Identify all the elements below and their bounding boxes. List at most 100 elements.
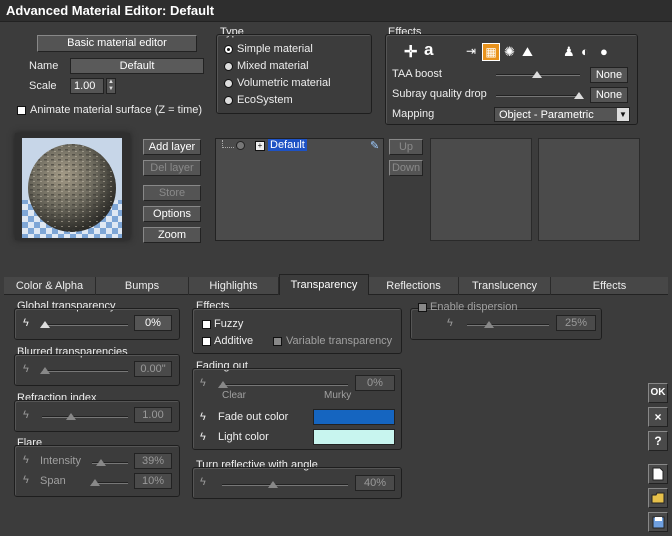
tab-bar: Color & Alpha Bumps Highlights Transpare…: [4, 274, 668, 295]
refraction-track[interactable]: [42, 416, 128, 418]
del-layer-button[interactable]: Del layer: [143, 160, 201, 176]
reflective-value[interactable]: 40%: [355, 475, 395, 491]
tab-highlights[interactable]: Highlights: [189, 277, 279, 295]
help-button[interactable]: ?: [648, 431, 668, 451]
fade-color-swatch[interactable]: [313, 409, 395, 425]
animate-bolt-icon[interactable]: ϟ: [23, 317, 29, 329]
open-folder-icon[interactable]: [648, 488, 668, 508]
span-value[interactable]: 10%: [134, 473, 172, 489]
span-label: Span: [40, 475, 66, 487]
taa-slider-knob[interactable]: [532, 71, 542, 78]
sphere-preview-image: [22, 138, 122, 238]
radio-ecosystem[interactable]: [224, 96, 233, 105]
subray-slider-knob[interactable]: [574, 92, 584, 99]
fading-track[interactable]: [220, 384, 348, 386]
blurred-value[interactable]: 0.00": [134, 361, 172, 377]
store-button[interactable]: Store: [143, 185, 201, 201]
tab-color-alpha[interactable]: Color & Alpha: [4, 277, 96, 295]
reflective-knob[interactable]: [268, 481, 278, 488]
blurred-bolt-icon[interactable]: ϟ: [23, 363, 29, 375]
subray-value[interactable]: None: [590, 87, 628, 103]
landscape-icon[interactable]: ⛰: [522, 44, 533, 60]
down-button[interactable]: Down: [389, 160, 423, 176]
radio-mixed[interactable]: [224, 62, 233, 71]
dispersion-checkbox[interactable]: [418, 303, 427, 312]
tab-effects[interactable]: Effects: [551, 277, 668, 295]
reflective-track[interactable]: [222, 484, 348, 486]
taa-label: TAA boost: [392, 68, 442, 80]
radio-volumetric[interactable]: [224, 79, 233, 88]
add-layer-button[interactable]: Add layer: [143, 139, 201, 155]
dispersion-track[interactable]: [467, 324, 549, 326]
refraction-value[interactable]: 1.00: [134, 407, 172, 423]
type-option-ecosystem[interactable]: EcoSystem: [237, 94, 293, 106]
tab-reflections[interactable]: Reflections: [369, 277, 459, 295]
tab-translucency[interactable]: Translucency: [459, 277, 551, 295]
global-transparency-knob[interactable]: [40, 321, 50, 328]
intensity-bolt-icon[interactable]: ϟ: [23, 454, 29, 466]
sphere-icon[interactable]: ●: [600, 44, 608, 59]
span-bolt-icon[interactable]: ϟ: [23, 474, 29, 486]
reflective-bolt-icon[interactable]: ϟ: [200, 476, 206, 488]
light-color-swatch[interactable]: [313, 429, 395, 445]
global-transparency-value[interactable]: 0%: [134, 315, 172, 331]
blurred-track[interactable]: [42, 370, 128, 372]
text-a-icon[interactable]: a: [424, 40, 433, 60]
up-button[interactable]: Up: [389, 139, 423, 155]
chevron-down-icon[interactable]: ▼: [617, 108, 629, 121]
fading-bolt-icon[interactable]: ϟ: [200, 377, 206, 389]
stepper-down-icon[interactable]: ▼: [107, 86, 115, 93]
basic-material-editor-button[interactable]: Basic material editor: [37, 35, 197, 52]
edit-pencil-icon[interactable]: ✎: [370, 139, 379, 152]
tab-bumps[interactable]: Bumps: [96, 277, 189, 295]
material-preview[interactable]: [15, 133, 130, 240]
light-color-bolt-icon[interactable]: ϟ: [200, 431, 206, 443]
type-option-mixed[interactable]: Mixed material: [237, 60, 309, 72]
scale-field[interactable]: 1.00: [70, 78, 104, 94]
tree-item-default[interactable]: Default: [268, 139, 307, 151]
ok-button[interactable]: OK: [648, 383, 668, 403]
global-transparency-track[interactable]: [42, 324, 128, 326]
fuzzy-label: Fuzzy: [214, 318, 244, 330]
radio-simple[interactable]: [224, 45, 233, 54]
type-option-simple[interactable]: Simple material: [237, 43, 313, 55]
blurred-knob[interactable]: [40, 367, 50, 374]
subray-slider-track[interactable]: [496, 95, 580, 97]
fading-knob[interactable]: [218, 381, 228, 388]
move-icon[interactable]: ✛: [404, 42, 417, 62]
dispersion-label: Enable dispersion: [430, 301, 518, 313]
taa-value[interactable]: None: [590, 67, 628, 83]
options-button[interactable]: Options: [143, 206, 201, 222]
stepper-up-icon[interactable]: ▲: [107, 79, 115, 86]
tab-transparency[interactable]: Transparency: [279, 274, 369, 295]
mapping-select[interactable]: Object - Parametric: [494, 107, 630, 122]
skip-icon[interactable]: ⇥: [466, 44, 476, 58]
span-knob[interactable]: [90, 479, 100, 486]
refraction-knob[interactable]: [66, 413, 76, 420]
pattern-icon[interactable]: ▦: [482, 43, 500, 61]
type-option-volumetric[interactable]: Volumetric material: [237, 77, 331, 89]
refraction-bolt-icon[interactable]: ϟ: [23, 409, 29, 421]
layer-tree[interactable]: [215, 138, 384, 241]
fading-value[interactable]: 0%: [355, 375, 395, 391]
close-button[interactable]: ×: [648, 407, 668, 427]
name-field[interactable]: Default: [70, 58, 204, 74]
scale-stepper[interactable]: ▲ ▼: [106, 78, 116, 94]
moon-icon[interactable]: ◐: [581, 44, 589, 59]
intensity-value[interactable]: 39%: [134, 453, 172, 469]
dispersion-knob[interactable]: [484, 321, 494, 328]
zoom-button[interactable]: Zoom: [143, 227, 201, 243]
save-disk-icon[interactable]: [648, 512, 668, 532]
expand-icon[interactable]: +: [255, 141, 265, 151]
fade-color-bolt-icon[interactable]: ϟ: [200, 411, 206, 423]
additive-checkbox[interactable]: [202, 337, 211, 346]
animate-checkbox[interactable]: [17, 106, 26, 115]
fuzzy-checkbox[interactable]: [202, 320, 211, 329]
dispersion-value[interactable]: 25%: [556, 315, 596, 331]
intensity-knob[interactable]: [96, 459, 106, 466]
figure-icon[interactable]: ♟: [563, 44, 575, 60]
variable-checkbox[interactable]: [273, 337, 282, 346]
light-bulb-icon[interactable]: ✺: [504, 44, 515, 60]
new-document-icon[interactable]: [648, 464, 668, 484]
dispersion-bolt-icon[interactable]: ϟ: [447, 317, 453, 329]
